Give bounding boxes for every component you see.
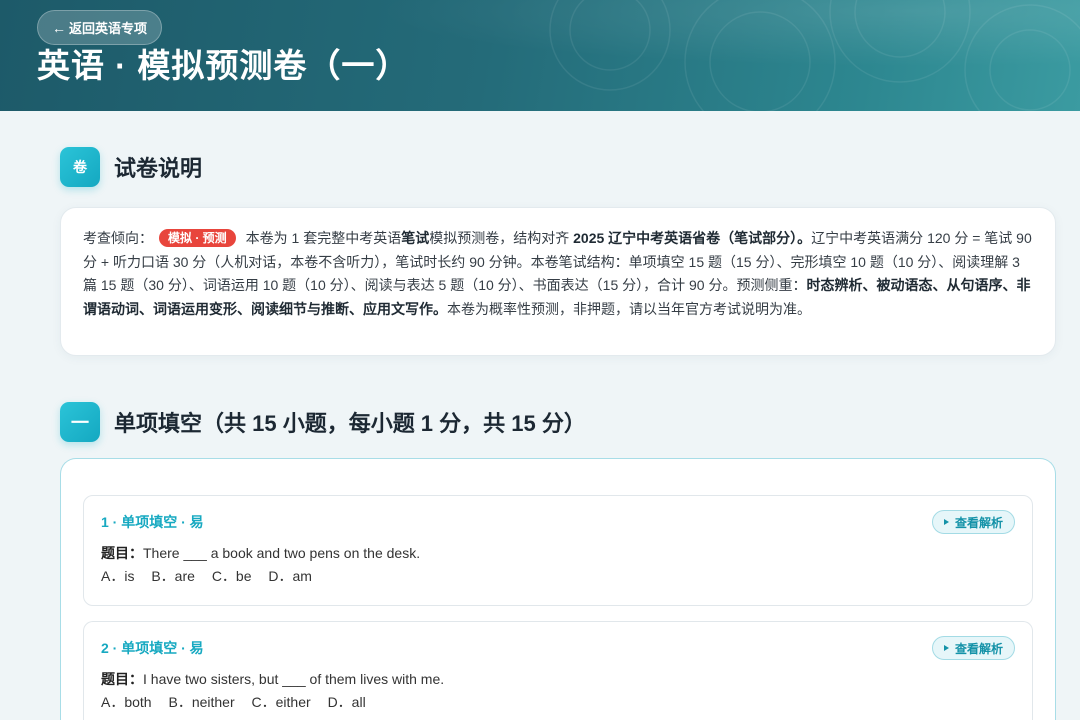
view-analysis-label: 查看解析 bbox=[954, 641, 1003, 656]
section-title-intro: 试卷说明 bbox=[114, 156, 203, 181]
option-list: A．both B．neither C．either D．all bbox=[101, 691, 1015, 714]
intro-text-segment: 模拟预测卷，结构对齐 bbox=[429, 230, 574, 246]
view-analysis-button[interactable]: 查看解析 bbox=[931, 636, 1015, 660]
question-list: 1 · 单项填空 · 易 查看解析 题目：There ___ a book an… bbox=[60, 458, 1056, 720]
option-item: D．am bbox=[268, 568, 312, 584]
tendency-badge: 模拟 · 预测 bbox=[159, 229, 236, 247]
option-item: B．neither bbox=[168, 694, 235, 710]
option-item: A．both bbox=[101, 694, 152, 710]
page-title: 英语 · 模拟预测卷（一） bbox=[37, 47, 410, 84]
intro-text: 考查倾向： 模拟 · 预测 本卷为 1 套完整中考英语笔试模拟预测卷，结构对齐 20… bbox=[83, 227, 1033, 322]
option-item: C．be bbox=[211, 568, 252, 584]
caret-right-icon bbox=[943, 519, 949, 525]
intro-text-segment: 本卷为概率性预测，非押题，请以当年官方考试说明为准。 bbox=[447, 301, 811, 318]
section-badge-single-choice: 一 bbox=[60, 402, 100, 442]
question-meta: 1 · 单项填空 · 易 bbox=[101, 514, 204, 530]
option-item: B．are bbox=[151, 568, 195, 584]
section-badge-intro: 卷 bbox=[60, 147, 100, 187]
option-item: D．all bbox=[327, 694, 366, 710]
section-title-single-choice: 单项填空（共 15 小题，每小题 1 分，共 15 分） bbox=[114, 411, 586, 436]
option-list: A．is B．are C．be D．am bbox=[101, 565, 1015, 588]
intro-emphasis: 2025 辽宁中考英语省卷（笔试部分）。 bbox=[573, 230, 812, 246]
intro-card: 考查倾向： 模拟 · 预测 本卷为 1 套完整中考英语笔试模拟预测卷，结构对齐 20… bbox=[60, 207, 1056, 356]
option-item: A．is bbox=[101, 568, 135, 584]
page-header: ← 返回英语专项 英语 · 模拟预测卷（一） bbox=[0, 0, 1080, 111]
question-stem: 题目：There ___ a book and two pens on the … bbox=[101, 542, 1015, 565]
question-card: 2 · 单项填空 · 易 查看解析 题目：I have two sisters,… bbox=[83, 621, 1033, 720]
view-analysis-button[interactable]: 查看解析 bbox=[931, 510, 1015, 534]
main-content: 卷 试卷说明 考查倾向： 模拟 · 预测 本卷为 1 套完整中考英语笔试模拟预测卷，… bbox=[0, 111, 1080, 720]
question-stem: 题目：I have two sisters, but ___ of them l… bbox=[101, 668, 1015, 691]
view-analysis-label: 查看解析 bbox=[954, 515, 1003, 530]
section-header-single-choice: 一 单项填空（共 15 小题，每小题 1 分，共 15 分） bbox=[60, 402, 1056, 442]
back-button-label: 返回英语专项 bbox=[69, 21, 148, 36]
stem-label: 题目： bbox=[101, 671, 143, 687]
stem-text: I have two sisters, but ___ of them live… bbox=[143, 671, 445, 687]
arrow-left-icon: ← bbox=[52, 19, 66, 36]
question-header: 2 · 单项填空 · 易 查看解析 bbox=[101, 636, 1015, 660]
stem-text: There ___ a book and two pens on the des… bbox=[143, 545, 421, 561]
intro-emphasis: 笔试 bbox=[401, 230, 430, 246]
stem-label: 题目： bbox=[101, 545, 143, 561]
caret-right-icon bbox=[943, 645, 949, 651]
intro-text-segment: 本卷为 1 套完整中考英语 bbox=[245, 230, 402, 246]
question-header: 1 · 单项填空 · 易 查看解析 bbox=[101, 510, 1015, 534]
tendency-label: 考查倾向： bbox=[83, 230, 153, 246]
back-button[interactable]: ← 返回英语专项 bbox=[37, 10, 163, 45]
question-card: 1 · 单项填空 · 易 查看解析 题目：There ___ a book an… bbox=[83, 495, 1033, 606]
question-meta: 2 · 单项填空 · 易 bbox=[101, 640, 204, 656]
section-header-intro: 卷 试卷说明 bbox=[60, 147, 1056, 187]
option-item: C．either bbox=[251, 694, 311, 710]
